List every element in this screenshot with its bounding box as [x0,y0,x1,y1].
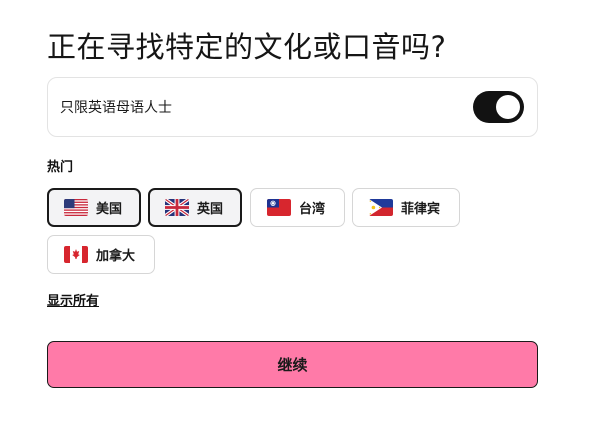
philippines-flag-icon [369,199,393,216]
chip-label: 美国 [96,202,123,217]
native-speaker-toggle[interactable] [473,91,524,123]
chip-label: 加拿大 [96,249,136,264]
accent-filter-page: 正在寻找特定的文化或口音吗? 只限英语母语人士 热门 美国 英国 台湾 菲律宾 … [0,0,599,437]
toggle-knob [496,95,520,119]
us-flag-icon [64,199,88,216]
chip-taiwan[interactable]: 台湾 [250,188,345,227]
chip-usa[interactable]: 美国 [47,188,141,227]
chip-philippines[interactable]: 菲律宾 [352,188,460,227]
chip-label: 菲律宾 [401,202,441,217]
chip-label: 台湾 [299,202,326,217]
canada-flag-icon [64,246,88,263]
uk-flag-icon [165,199,189,216]
show-all-link[interactable]: 显示所有 [47,290,99,309]
chip-label: 英国 [197,202,224,217]
native-speaker-filter-card: 只限英语母语人士 [47,77,538,137]
page-title: 正在寻找特定的文化或口音吗? [47,30,447,64]
chip-uk[interactable]: 英国 [148,188,242,227]
taiwan-flag-icon [267,199,291,216]
popular-section-label: 热门 [47,160,74,175]
chip-canada[interactable]: 加拿大 [47,235,155,274]
native-speaker-label: 只限英语母语人士 [60,100,172,116]
continue-button[interactable]: 继续 [47,341,538,388]
